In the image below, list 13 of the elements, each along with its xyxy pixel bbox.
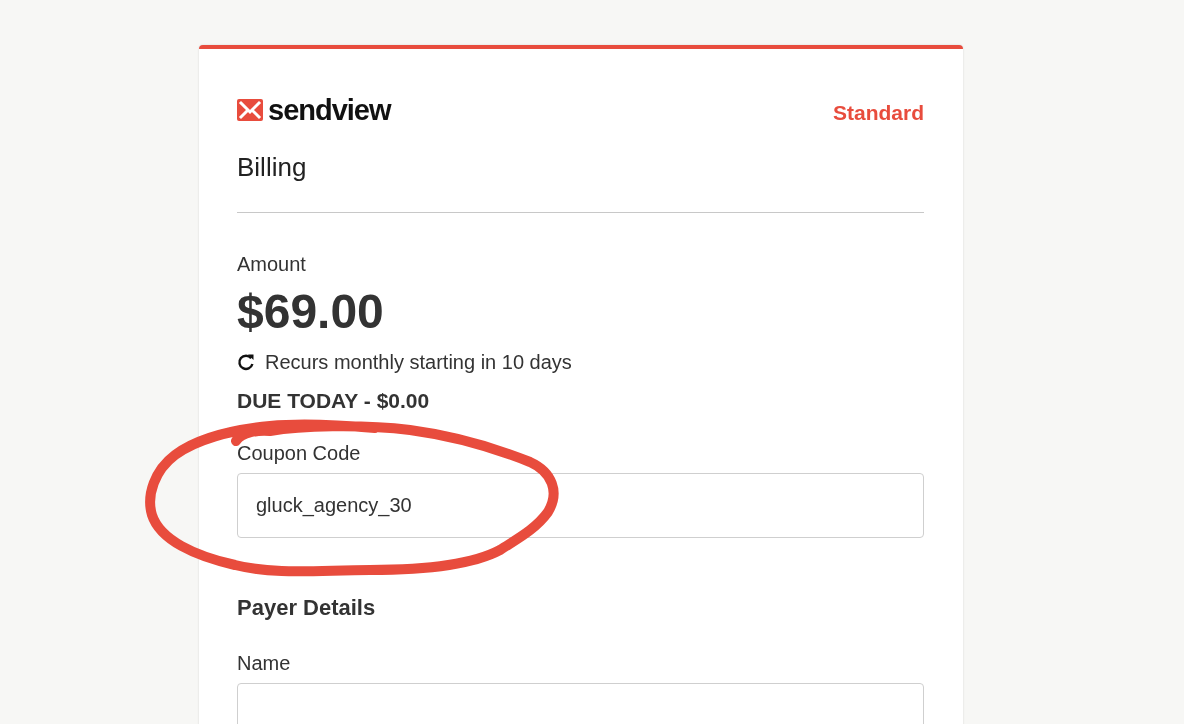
page-title: Billing — [237, 151, 308, 183]
coupon-input[interactable]: gluck_agency_30 — [237, 473, 924, 538]
plan-name: Standard — [833, 101, 924, 125]
coupon-label: Coupon Code — [237, 441, 362, 465]
amount-value: $69.00 — [237, 284, 385, 340]
refresh-icon — [237, 353, 255, 371]
section-heading: Payer Details — [237, 594, 377, 622]
amount-label: Amount — [237, 252, 307, 276]
logo-wordmark: sendview — [268, 96, 391, 124]
recurrence-text: Recurs monthly starting in 10 days — [265, 350, 572, 375]
logo-icon — [237, 99, 263, 121]
field-label: Name — [237, 651, 292, 675]
due-today-text: DUE TODAY - $0.00 — [237, 388, 431, 414]
